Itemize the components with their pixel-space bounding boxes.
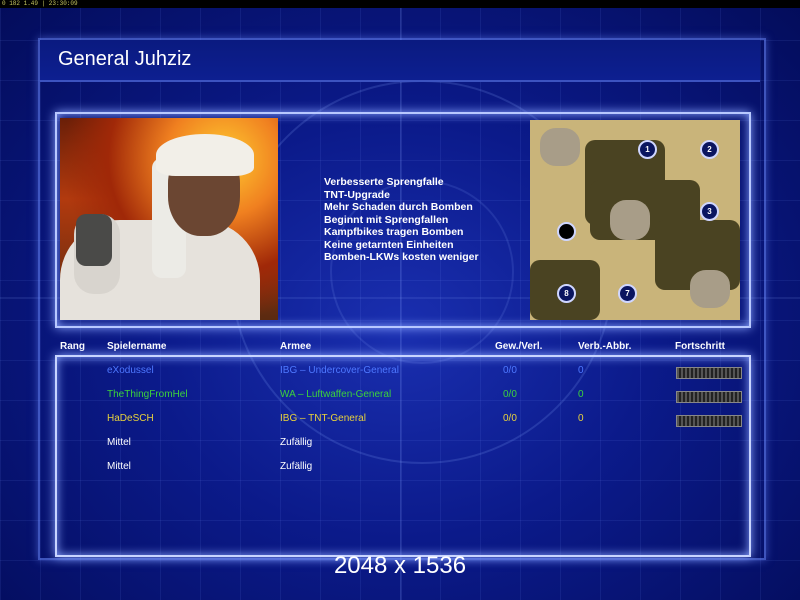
table-row[interactable]: Mittel Zufällig [0, 437, 800, 453]
map-preview: 1 2 3 8 7 [530, 120, 740, 320]
table-row[interactable]: HaDeSCH IBG – TNT-General 0/0 0 [0, 413, 800, 429]
table-row[interactable]: Mittel Zufällig [0, 461, 800, 477]
player-army: Zufällig [280, 437, 313, 448]
header-armee: Armee [280, 341, 312, 352]
player-army: IBG – TNT-General [280, 413, 366, 424]
map-start-position-marker[interactable]: 1 [638, 140, 657, 159]
header-gew-verl: Gew./Verl. [495, 341, 543, 352]
player-win-loss: 0/0 [503, 413, 517, 424]
trait-item: Verbesserte Sprengfalle [324, 176, 444, 188]
page-title: General Juhziz [58, 48, 192, 70]
trait-item: Beginnt mit Sprengfallen [324, 213, 449, 226]
debug-bar: 0 182 1.49 | 23:30:09 [0, 0, 800, 8]
general-portrait [60, 118, 278, 320]
general-traits-list: Verbesserte Sprengfalle TNT-Upgrade Mehr… [324, 176, 514, 264]
map-rock [610, 200, 650, 240]
player-name: Mittel [107, 461, 131, 472]
progress-bar [676, 415, 742, 427]
map-rock [540, 128, 580, 166]
table-row[interactable]: TheThingFromHel WA – Luftwaffen-General 0/… [0, 389, 800, 405]
debug-text: 0 182 1.49 | 23:30:09 [2, 0, 78, 7]
player-disconnects: 0 [578, 365, 584, 376]
trait-item: TNT-Upgrade [324, 188, 390, 201]
player-win-loss: 0/0 [503, 365, 517, 376]
player-disconnects: 0 [578, 413, 584, 424]
map-start-position-marker[interactable]: 2 [700, 140, 719, 159]
player-army: Zufällig [280, 461, 313, 472]
map-start-position-marker[interactable]: 8 [557, 284, 576, 303]
trait-item: Kampfbikes tragen Bomben [324, 226, 464, 238]
player-name: eXodussel [107, 365, 154, 376]
progress-bar [676, 367, 742, 379]
player-name: TheThingFromHel [107, 389, 188, 400]
trait-item: Bomben-LKWs kosten weniger [324, 251, 479, 263]
map-rock [690, 270, 730, 308]
table-header: Rang Spielername Armee Gew./Verl. Verb.-… [0, 341, 800, 355]
resolution-label: 2048 x 1536 [333, 552, 467, 579]
player-army: WA – Luftwaffen-General [280, 389, 392, 400]
header-verb-abbr: Verb.-Abbr. [578, 341, 632, 352]
header-spielername: Spielername [107, 341, 167, 352]
portrait-hand [76, 214, 112, 266]
table-row[interactable]: eXodussel IBG – Undercover-General 0/0 0 [0, 365, 800, 381]
map-start-position-marker[interactable]: 7 [618, 284, 637, 303]
progress-bar [676, 391, 742, 403]
map-start-position-marker[interactable]: 3 [700, 202, 719, 221]
portrait-turban [156, 134, 254, 176]
player-list-panel [55, 355, 751, 557]
player-disconnects: 0 [578, 389, 584, 400]
map-start-position-marker[interactable] [557, 222, 576, 241]
trait-item: Mehr Schaden durch Bomben [324, 201, 473, 213]
player-name: Mittel [107, 437, 131, 448]
player-army: IBG – Undercover-General [280, 365, 399, 376]
trait-item: Keine getarnten Einheiten [324, 238, 454, 251]
header-rang: Rang [60, 341, 85, 352]
player-win-loss: 0/0 [503, 389, 517, 400]
player-name: HaDeSCH [107, 413, 154, 424]
header-fortschritt: Fortschritt [675, 341, 725, 352]
